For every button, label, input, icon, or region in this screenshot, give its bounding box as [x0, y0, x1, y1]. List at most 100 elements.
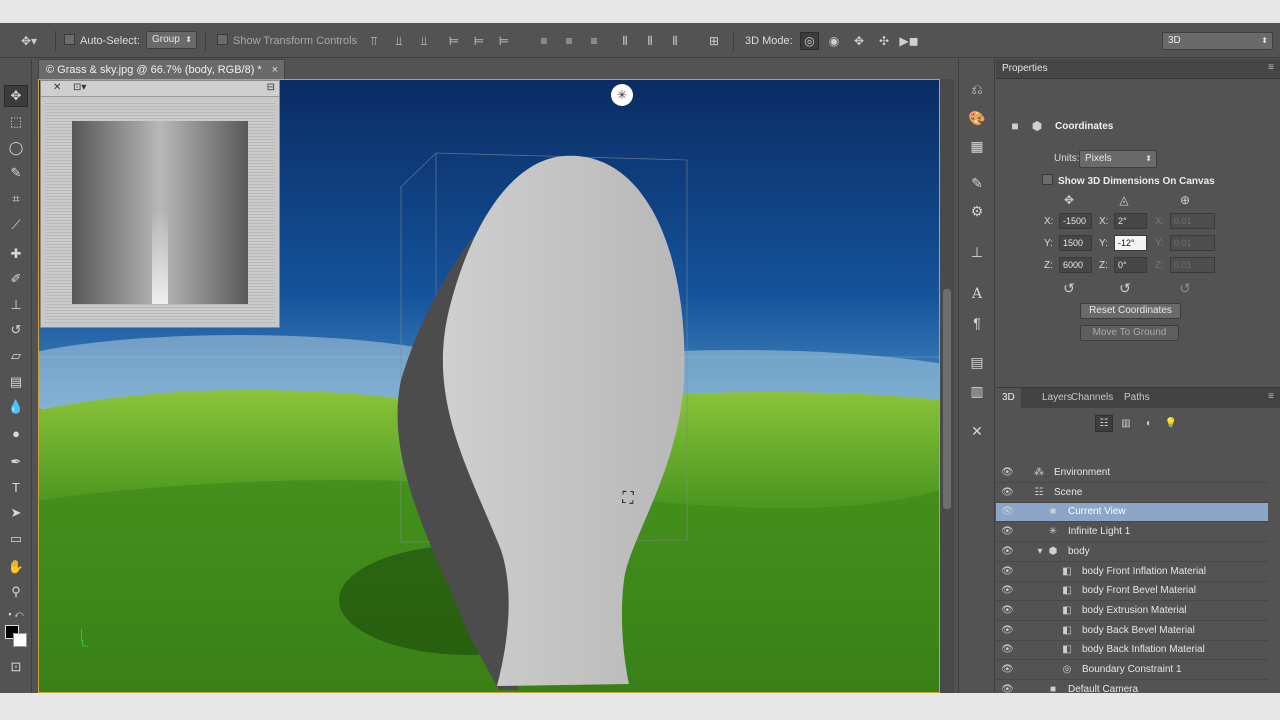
character-panel-icon[interactable]: A [965, 282, 989, 306]
scale-y-input[interactable]: 0.01 [1170, 235, 1215, 251]
zoom-tool-icon[interactable]: ⚲ [4, 581, 28, 603]
align-vcenter-icon[interactable]: ⫫ [391, 33, 407, 49]
visibility-eye-icon[interactable]: 👁 [1001, 684, 1014, 693]
scene-tree-row[interactable]: 👁 ◧ body Extrusion Material [996, 602, 1268, 621]
align-left-icon[interactable]: ⊨ [446, 33, 462, 49]
align-top-icon[interactable]: ⫪ [366, 33, 382, 49]
view-menu-icon[interactable]: ⊡▾ [73, 82, 86, 93]
pen-tool-icon[interactable]: ✒ [4, 451, 28, 473]
marquee-tool-icon[interactable]: ⬚ [4, 111, 28, 133]
light-widget-icon[interactable]: ✳ [611, 84, 633, 106]
paragraph-panel-icon[interactable]: ¶ [965, 311, 989, 335]
scene-tree-row[interactable]: 👁 ◧ body Front Bevel Material [996, 582, 1268, 602]
clone-stamp-tool-icon[interactable]: ⊥ [4, 294, 28, 316]
move-tool-icon[interactable]: ✥ [4, 85, 28, 107]
tab-channels[interactable]: Channels [1065, 388, 1119, 408]
tool-presets-panel-icon[interactable]: ⊥ [965, 240, 989, 264]
properties-panel-icon[interactable]: ✕ [965, 419, 989, 443]
gradient-tool-icon[interactable]: ▤ [4, 371, 28, 393]
close-tab-icon[interactable]: × [272, 60, 278, 80]
secondary-view-window[interactable]: ✕ ⊡▾ ⊟ [40, 80, 280, 328]
visibility-eye-icon[interactable]: 👁 [1001, 546, 1014, 558]
camera-icon[interactable]: ■ [1008, 119, 1022, 133]
auto-select-checkbox[interactable]: Auto-Select: [64, 33, 140, 49]
lights-filter-icon[interactable]: 💡 [1164, 416, 1178, 430]
axis-widget-icon[interactable]: │ └· [79, 630, 109, 670]
show-transform-checkbox[interactable]: Show Transform Controls [217, 33, 357, 49]
expand-twisty-icon[interactable]: ▾ [1033, 545, 1047, 559]
slide-3d-icon[interactable]: ✣ [876, 33, 892, 49]
workspace-dropdown[interactable]: 3D ⬍ [1162, 32, 1273, 50]
move-tool-icon[interactable]: ✥▾ [18, 33, 40, 49]
path-select-tool-icon[interactable]: ➤ [4, 502, 28, 524]
auto-select-dropdown[interactable]: Group ⬍ [146, 31, 197, 49]
shape-tool-icon[interactable]: ▭ [4, 528, 28, 550]
camera-widget-icon[interactable]: ⛶ [617, 488, 639, 510]
reset-coordinates-button[interactable]: Reset Coordinates [1080, 303, 1181, 319]
hand-tool-icon[interactable]: ✋ [4, 556, 28, 578]
orbit-3d-icon[interactable]: ◎ [800, 32, 819, 50]
rot-z-input[interactable]: 0° [1114, 257, 1147, 273]
visibility-eye-icon[interactable]: 👁 [1001, 506, 1014, 518]
healing-brush-tool-icon[interactable]: ✚ [4, 243, 28, 265]
align-right-icon[interactable]: ⊨ [496, 33, 512, 49]
scene-tree-row[interactable]: 👁 ☷ Scene [996, 484, 1268, 503]
checkbox-box[interactable] [64, 34, 75, 45]
move-to-ground-button[interactable]: Move To Ground [1080, 325, 1179, 341]
visibility-eye-icon[interactable]: 👁 [1001, 644, 1014, 656]
vertical-scrollbar[interactable] [940, 79, 954, 693]
history-brush-tool-icon[interactable]: ↺ [4, 319, 28, 341]
distribute-right-icon[interactable]: ⦀ [667, 33, 683, 49]
adjustments-panel-icon[interactable]: ⚙ [965, 199, 989, 223]
scene-tree-row[interactable]: 👁 ◧ body Back Inflation Material [996, 641, 1268, 661]
checkbox-box[interactable] [217, 34, 228, 45]
scale-z-input[interactable]: 0.01 [1170, 257, 1215, 273]
distribute-hcenter-icon[interactable]: ⦀ [642, 33, 658, 49]
distribute-bottom-icon[interactable]: ≡ [586, 33, 602, 49]
rot-y-input[interactable]: -12° [1114, 235, 1147, 251]
scene-tree-row[interactable]: 👁 ◧ body Front Inflation Material [996, 563, 1268, 582]
reset-scale-icon[interactable]: ↺ [1176, 280, 1194, 296]
scale-3d-icon[interactable]: ▶◼ [899, 33, 918, 49]
pos-z-input[interactable]: 6000 [1059, 257, 1092, 273]
scene-tree-row[interactable]: 👁 ■ Default Camera [996, 681, 1268, 693]
document-tab[interactable]: © Grass & sky.jpg @ 66.7% (body, RGB/8) … [38, 59, 285, 79]
visibility-eye-icon[interactable]: 👁 [1001, 625, 1014, 637]
visibility-eye-icon[interactable]: 👁 [1001, 487, 1014, 499]
drag-3d-icon[interactable]: ✥ [851, 33, 867, 49]
scene-tree-row[interactable]: 👁 ⁂ Environment [996, 464, 1268, 483]
swap-view-icon[interactable]: ⊟ [267, 82, 275, 93]
roll-3d-icon[interactable]: ◉ [826, 33, 842, 49]
coordinates-icon[interactable]: ⬢ [1030, 119, 1044, 133]
meshes-filter-icon[interactable]: ▥ [1119, 416, 1133, 430]
quick-select-tool-icon[interactable]: ✎ [4, 162, 28, 184]
scale-x-input[interactable]: 0.01 [1170, 213, 1215, 229]
panel-menu-icon[interactable]: ≡ [1268, 62, 1274, 73]
tab-3d[interactable]: 3D [996, 388, 1021, 408]
swatches-panel-icon[interactable]: ▦ [965, 134, 989, 158]
visibility-eye-icon[interactable]: 👁 [1001, 566, 1014, 578]
visibility-eye-icon[interactable]: 👁 [1001, 467, 1014, 479]
units-dropdown[interactable]: Pixels ⬍ [1079, 150, 1157, 168]
scene-tree-row[interactable]: 👁 ▾ ⬢ body [996, 543, 1268, 562]
visibility-eye-icon[interactable]: 👁 [1001, 605, 1014, 617]
type-tool-icon[interactable]: T [4, 476, 28, 498]
visibility-eye-icon[interactable]: 👁 [1001, 526, 1014, 538]
reset-rotation-icon[interactable]: ↺ [1116, 280, 1134, 296]
tab-paths[interactable]: Paths [1118, 388, 1156, 408]
align-hcenter-icon[interactable]: ⊨ [471, 33, 487, 49]
eraser-tool-icon[interactable]: ▱ [4, 345, 28, 367]
info-panel-icon[interactable]: ▤ [965, 350, 989, 374]
color-panel-icon[interactable]: 🎨 [965, 106, 989, 130]
rot-x-input[interactable]: 2° [1114, 213, 1147, 229]
reset-position-icon[interactable]: ↺ [1060, 280, 1078, 296]
auto-align-icon[interactable]: ⊞ [706, 33, 722, 49]
checkbox-box[interactable] [1042, 174, 1053, 185]
scroll-thumb[interactable] [943, 289, 951, 509]
notes-panel-icon[interactable]: ▥ [965, 379, 989, 403]
scene-tree-row[interactable]: 👁 ◧ body Back Bevel Material [996, 622, 1268, 641]
eyedropper-tool-icon[interactable]: ⟋ [4, 214, 28, 236]
history-panel-icon[interactable]: ⎌ [965, 77, 989, 101]
dodge-tool-icon[interactable]: ● [4, 422, 28, 444]
lasso-tool-icon[interactable]: ◯ [4, 137, 28, 159]
